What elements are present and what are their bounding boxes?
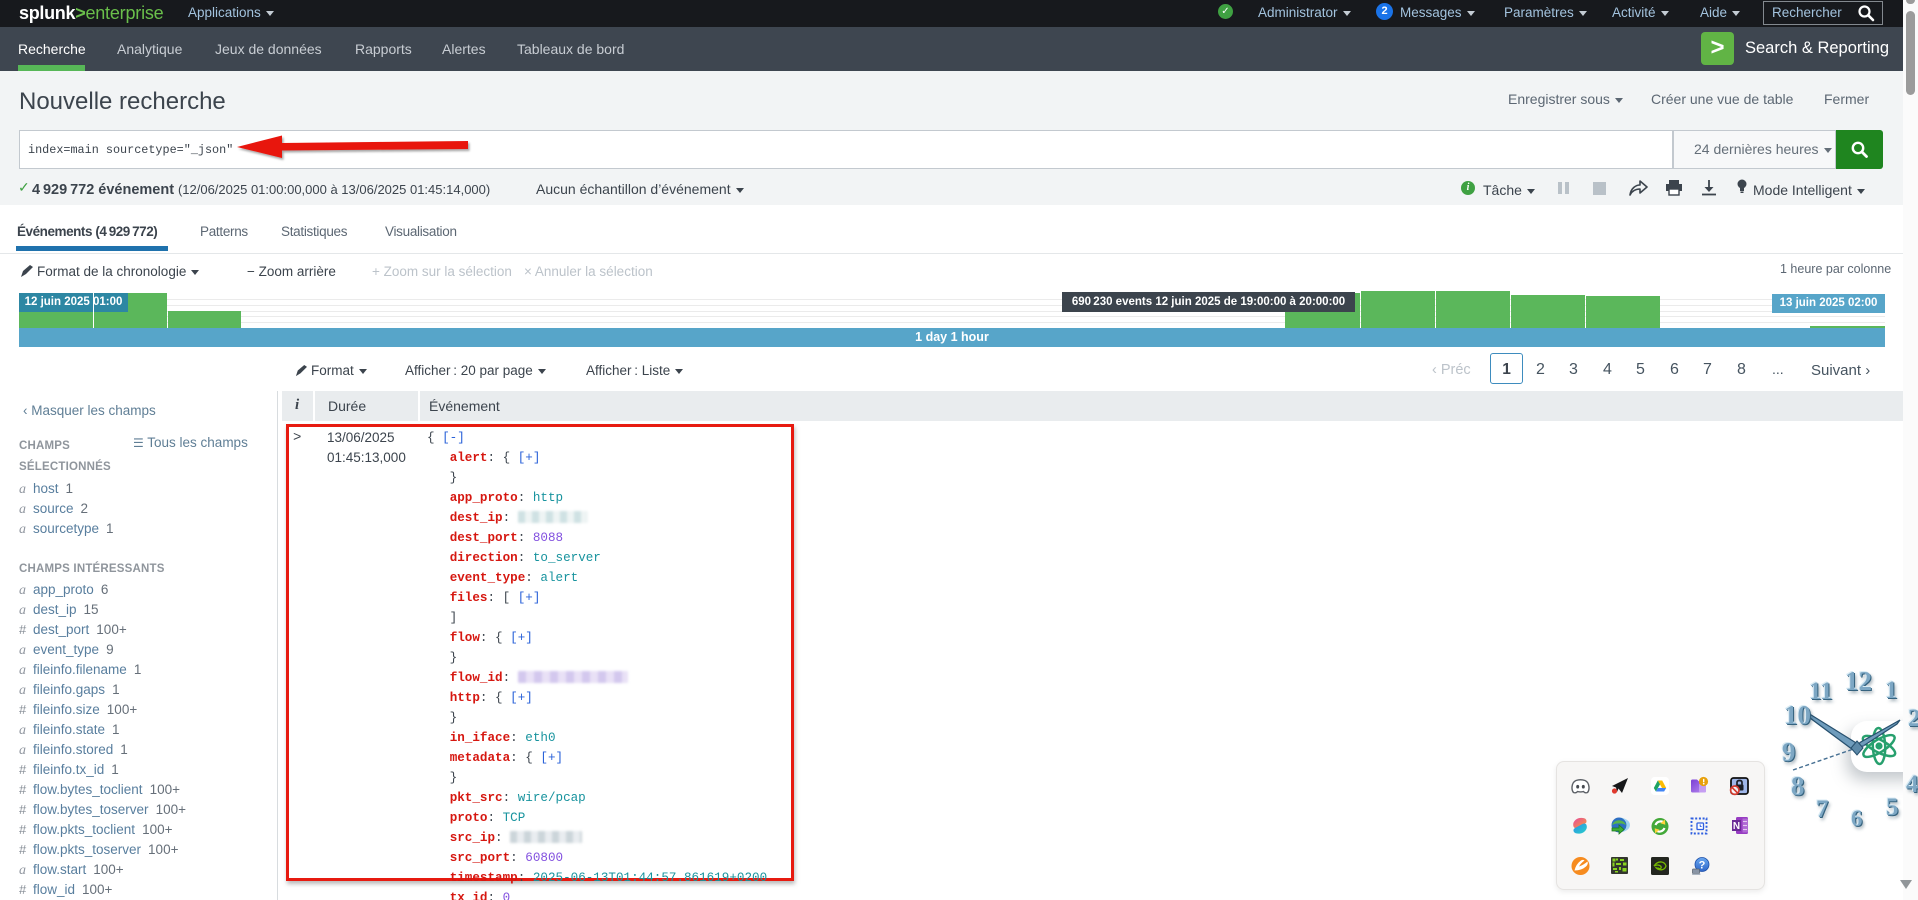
svg-text:N: N	[1733, 821, 1740, 832]
